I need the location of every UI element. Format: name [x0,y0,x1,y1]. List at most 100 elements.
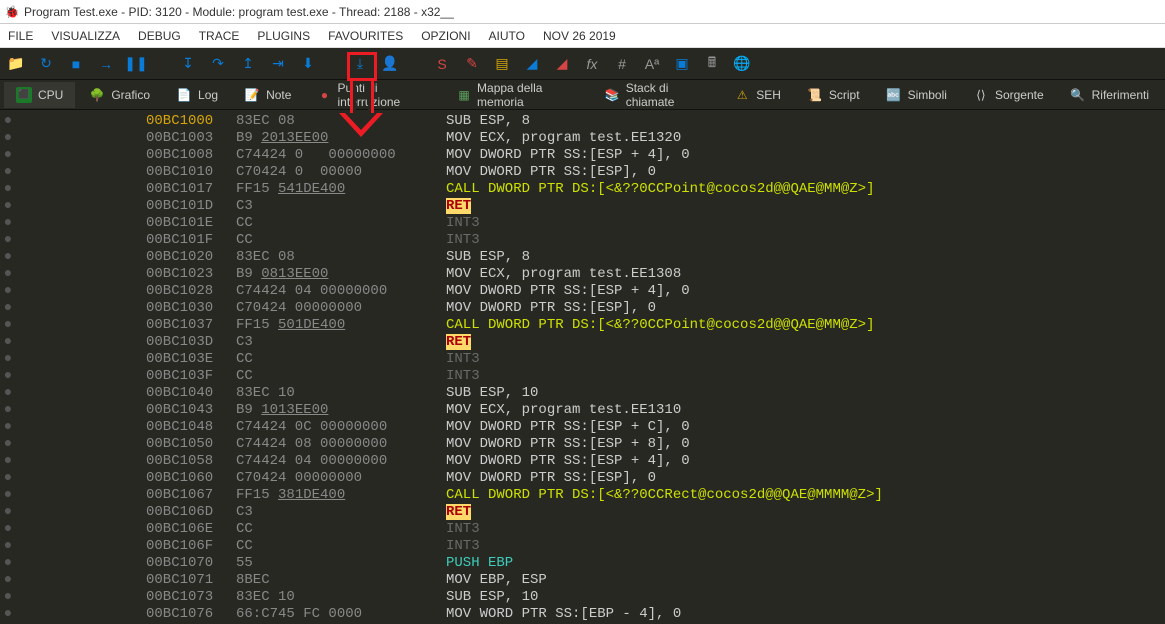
breakpoint-marker[interactable]: ● [0,401,16,418]
breakpoint-marker[interactable]: ● [0,588,16,605]
menu-file[interactable]: FILE [8,29,33,43]
menu-trace[interactable]: TRACE [199,29,240,43]
strings-icon[interactable]: Aª [644,56,660,72]
tab-memory[interactable]: ▦ Mappa della memoria [445,82,591,108]
functions-icon[interactable]: fx [584,56,600,72]
disasm-row[interactable]: ●00BC1023B9 0813EE00MOV ECX, program tes… [0,265,1165,282]
breakpoint-marker[interactable]: ● [0,554,16,571]
disasm-row[interactable]: ●00BC1048C74424 0C 00000000MOV DWORD PTR… [0,418,1165,435]
disasm-row[interactable]: ●00BC107055PUSH EBP [0,554,1165,571]
disasm-row[interactable]: ●00BC106DC3RET [0,503,1165,520]
trace-into-icon[interactable]: ⬇ [300,56,316,72]
disasm-row[interactable]: ●00BC1037FF15 501DE400CALL DWORD PTR DS:… [0,316,1165,333]
disasm-row[interactable]: ●00BC1067FF15 381DE400CALL DWORD PTR DS:… [0,486,1165,503]
breakpoint-marker[interactable]: ● [0,469,16,486]
tab-seh[interactable]: ⚠ SEH [722,82,793,108]
breakpoint-marker[interactable]: ● [0,299,16,316]
disasm-row[interactable]: ●00BC10718BECMOV EBP, ESP [0,571,1165,588]
breakpoint-marker[interactable]: ● [0,503,16,520]
breakpoint-marker[interactable]: ● [0,333,16,350]
disasm-row[interactable]: ●00BC106FCCINT3 [0,537,1165,554]
run-to-user-icon[interactable]: 👤 [382,56,398,72]
disasm-row[interactable]: ●00BC101ECCINT3 [0,214,1165,231]
disasm-row[interactable]: ●00BC1058C74424 04 00000000MOV DWORD PTR… [0,452,1165,469]
disasm-row[interactable]: ●00BC1003B9 2013EE00MOV ECX, program tes… [0,129,1165,146]
menu-favourites[interactable]: FAVOURITES [328,29,403,43]
disasm-row[interactable]: ●00BC104083EC 10SUB ESP, 10 [0,384,1165,401]
disasm-row[interactable]: ●00BC1050C74424 08 00000000MOV DWORD PTR… [0,435,1165,452]
disasm-row[interactable]: ●00BC107383EC 10SUB ESP, 10 [0,588,1165,605]
tab-grafico[interactable]: 🌳 Grafico [77,82,162,108]
disasm-row[interactable]: ●00BC103FCCINT3 [0,367,1165,384]
breakpoint-marker[interactable]: ● [0,520,16,537]
breakpoint-marker[interactable]: ● [0,452,16,469]
menu-aiuto[interactable]: AIUTO [489,29,525,43]
breakpoint-marker[interactable]: ● [0,316,16,333]
breakpoint-marker[interactable]: ● [0,571,16,588]
patches-icon[interactable]: ✎ [464,56,480,72]
breakpoint-marker[interactable]: ● [0,197,16,214]
breakpoint-marker[interactable]: ● [0,231,16,248]
labels-icon[interactable]: ◢ [524,56,540,72]
breakpoint-marker[interactable]: ● [0,435,16,452]
step-over-icon[interactable]: ↷ [210,56,226,72]
disasm-row[interactable]: ●00BC107666:C745 FC 0000MOV WORD PTR SS:… [0,605,1165,622]
menu-plugins[interactable]: PLUGINS [257,29,310,43]
breakpoint-marker[interactable]: ● [0,129,16,146]
step-out-icon[interactable]: ↥ [240,56,256,72]
tab-script[interactable]: 📜 Script [795,82,872,108]
breakpoint-marker[interactable]: ● [0,367,16,384]
folder-icon[interactable]: 📁 [8,56,24,72]
disasm-row[interactable]: ●00BC1008C74424 0 00000000MOV DWORD PTR … [0,146,1165,163]
tab-symbols[interactable]: 🔤 Simboli [874,82,959,108]
breakpoint-marker[interactable]: ● [0,384,16,401]
menu-opzioni[interactable]: OPZIONI [421,29,470,43]
breakpoint-marker[interactable]: ● [0,112,16,129]
disasm-row[interactable]: ●00BC1060C70424 00000000MOV DWORD PTR SS… [0,469,1165,486]
breakpoint-marker[interactable]: ● [0,265,16,282]
tab-source[interactable]: ⟨⟩ Sorgente [961,82,1056,108]
comments-icon[interactable]: ▤ [494,56,510,72]
restart-icon[interactable]: ↻ [38,56,54,72]
disasm-row[interactable]: ●00BC103DC3RET [0,333,1165,350]
settings-icon[interactable]: 🌐 [734,56,750,72]
disasm-row[interactable]: ●00BC1030C70424 00000000MOV DWORD PTR SS… [0,299,1165,316]
breakpoint-marker[interactable]: ● [0,214,16,231]
breakpoint-marker[interactable]: ● [0,163,16,180]
disasm-row[interactable]: ●00BC101DC3RET [0,197,1165,214]
disassembly-view[interactable]: ●00BC100083EC 08SUB ESP, 8●00BC1003B9 20… [0,110,1165,624]
breakpoint-marker[interactable]: ● [0,418,16,435]
step-to-icon[interactable]: ⇥ [270,56,286,72]
variables-icon[interactable]: # [614,56,630,72]
tab-cpu[interactable]: ⬛ CPU [4,82,75,108]
breakpoint-marker[interactable]: ● [0,350,16,367]
disasm-row[interactable]: ●00BC1017FF15 541DE400CALL DWORD PTR DS:… [0,180,1165,197]
breakpoint-marker[interactable]: ● [0,486,16,503]
disasm-row[interactable]: ●00BC102083EC 08SUB ESP, 8 [0,248,1165,265]
breakpoint-marker[interactable]: ● [0,180,16,197]
run-icon[interactable]: → [98,56,114,72]
pause-icon[interactable]: ❚❚ [128,56,144,72]
disasm-row[interactable]: ●00BC100083EC 08SUB ESP, 8 [0,112,1165,129]
breakpoint-marker[interactable]: ● [0,605,16,622]
calls-icon[interactable]: ▣ [674,56,690,72]
disasm-row[interactable]: ●00BC1043B9 1013EE00MOV ECX, program tes… [0,401,1165,418]
calculator-icon[interactable]: 🖩 [704,56,720,72]
disasm-row[interactable]: ●00BC101FCCINT3 [0,231,1165,248]
tab-callstack[interactable]: 📚 Stack di chiamate [593,82,720,108]
tab-log[interactable]: 📄 Log [164,82,230,108]
menu-visualizza[interactable]: VISUALIZZA [51,29,120,43]
bookmarks-icon[interactable]: ◢ [554,56,570,72]
menu-date[interactable]: NOV 26 2019 [543,29,616,43]
disasm-row[interactable]: ●00BC1028C74424 04 00000000MOV DWORD PTR… [0,282,1165,299]
tab-note[interactable]: 📝 Note [232,82,303,108]
breakpoint-marker[interactable]: ● [0,248,16,265]
disasm-row[interactable]: ●00BC103ECCINT3 [0,350,1165,367]
stop-icon[interactable]: ■ [68,56,84,72]
disasm-row[interactable]: ●00BC106ECCINT3 [0,520,1165,537]
breakpoint-marker[interactable]: ● [0,282,16,299]
disasm-row[interactable]: ●00BC1010C70424 0 00000MOV DWORD PTR SS:… [0,163,1165,180]
breakpoint-marker[interactable]: ● [0,537,16,554]
tab-references[interactable]: 🔍 Riferimenti [1058,82,1161,108]
tab-breakpoints[interactable]: ● Punti di interruzione [305,82,443,108]
